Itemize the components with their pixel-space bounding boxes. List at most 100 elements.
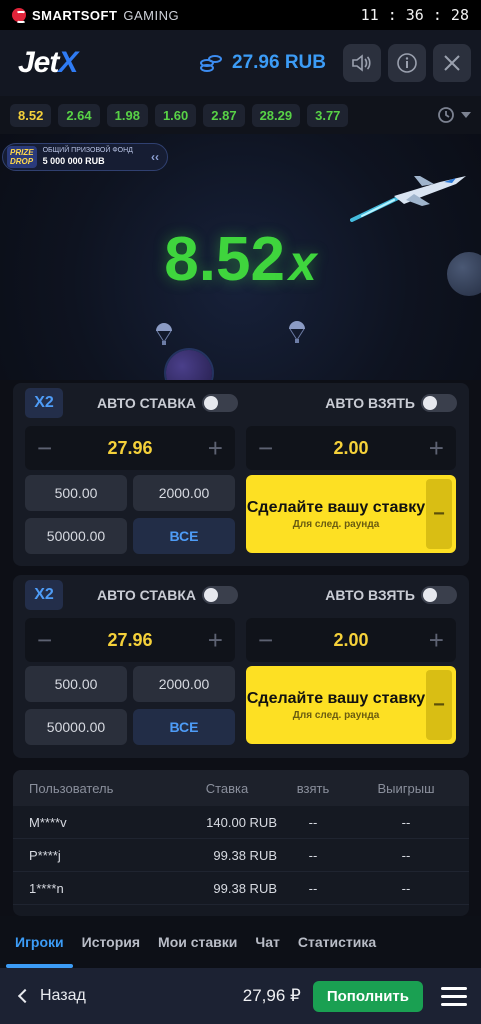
multiplier-value: 8.52 (164, 225, 285, 294)
auto-bet-toggle[interactable] (201, 586, 238, 604)
close-icon (444, 55, 460, 71)
increase-cashout-button[interactable]: + (429, 435, 444, 461)
row-win: -- (401, 880, 411, 896)
remove-panel-button[interactable]: − (426, 670, 452, 740)
menu-button[interactable] (441, 986, 467, 1006)
remove-panel-button[interactable]: − (426, 479, 452, 549)
auto-take-toggle[interactable] (421, 586, 457, 604)
tab-players[interactable]: Игроки (6, 916, 73, 968)
close-button[interactable] (433, 44, 471, 82)
increase-bet-button[interactable]: + (208, 627, 223, 653)
quick-bet-all[interactable]: ВСЕ (133, 709, 235, 745)
prize-badge-line1: PRIZE (10, 148, 34, 157)
bet-amount-value[interactable]: 27.96 (107, 438, 152, 459)
prize-drop-banner[interactable]: PRIZE DROP ОБЩИЙ ПРИЗОВОЙ ФОНД 5 000 000 … (2, 143, 168, 171)
info-icon (397, 53, 417, 73)
tab-history[interactable]: История (73, 916, 149, 968)
back-button[interactable]: Назад (17, 987, 86, 1005)
quick-bet-500[interactable]: 500.00 (25, 666, 127, 702)
prize-fund-value: 5 000 000 RUB (42, 156, 105, 166)
row-user: 1****n (29, 880, 64, 896)
table-row: 1****n 99.38 RUB -- -- (13, 872, 469, 905)
history-dropdown[interactable] (437, 106, 471, 124)
quick-bet-all[interactable]: ВСЕ (133, 518, 235, 554)
row-win: -- (401, 814, 411, 830)
brand: SMARTSOFT GAMING (12, 8, 179, 23)
double-bet-button[interactable]: X2 (25, 388, 63, 418)
multiplier-suffix: x (288, 235, 317, 291)
sound-button[interactable] (343, 44, 381, 82)
place-bet-content: Сделайте вашу ставку Для след. раунда (246, 666, 426, 744)
tab-chat[interactable]: Чат (246, 916, 288, 968)
logo-x: X (58, 46, 78, 79)
jetx-logo: JetX (18, 46, 78, 80)
panel-toolbar: X2 АВТО СТАВКА АВТО ВЗЯТЬ (13, 383, 469, 423)
balance-value: 27.96 RUB (232, 52, 326, 73)
cashout-stepper: − 2.00 + (246, 618, 456, 662)
place-bet-button[interactable]: Сделайте вашу ставку Для след. раунда − (246, 666, 456, 744)
prize-fund-label: ОБЩИЙ ПРИЗОВОЙ ФОНД (42, 147, 133, 154)
increase-bet-button[interactable]: + (208, 435, 223, 461)
multiplier-chip[interactable]: 1.60 (154, 103, 197, 127)
col-user: Пользователь (29, 780, 114, 796)
quick-bet-50000[interactable]: 50000.00 (25, 518, 127, 554)
chevron-down-icon (461, 112, 471, 118)
collapse-arrow-icon[interactable]: ‹‹ (151, 150, 159, 164)
row-bet: 99.38 RUB (213, 880, 277, 896)
row-bet: 140.00 RUB (206, 814, 277, 830)
info-button[interactable] (388, 44, 426, 82)
bet-panel-2: X2 АВТО СТАВКА АВТО ВЗЯТЬ − 27.96 + − 2.… (13, 575, 469, 758)
multiplier-chip[interactable]: 2.87 (203, 103, 245, 127)
tab-statistics[interactable]: Статистика (289, 916, 385, 968)
cashout-value[interactable]: 2.00 (333, 438, 368, 459)
row-bet: 99.38 RUB (213, 847, 277, 863)
jet-icon (350, 176, 466, 222)
multiplier-chip[interactable]: 3.77 (307, 103, 349, 127)
cashout-value[interactable]: 2.00 (333, 630, 368, 651)
col-bet: Ставка (205, 780, 249, 796)
auto-bet-label: АВТО СТАВКА (97, 587, 196, 603)
back-label: Назад (40, 987, 86, 1004)
multiplier-chip[interactable]: 1.98 (106, 103, 148, 127)
clock: 11 : 36 : 28 (360, 6, 469, 24)
chevron-left-icon (17, 988, 33, 1004)
auto-take-toggle[interactable] (421, 394, 457, 412)
place-bet-title: Сделайте вашу ставку (246, 689, 426, 707)
tab-my-bets[interactable]: Мои ставки (149, 916, 246, 968)
auto-bet-toggle[interactable] (201, 394, 238, 412)
balance: 27.96 RUB (198, 52, 326, 74)
decrease-cashout-button[interactable]: − (258, 627, 273, 653)
auto-take-label: АВТО ВЗЯТЬ (325, 587, 415, 603)
multiplier-chip[interactable]: 8.52 (10, 103, 52, 127)
col-take: взять (296, 780, 330, 796)
double-bet-button[interactable]: X2 (25, 580, 63, 610)
row-user: M****v (29, 814, 67, 830)
increase-cashout-button[interactable]: + (429, 627, 444, 653)
top-up-button[interactable]: Пополнить (312, 980, 423, 1012)
quick-bet-50000[interactable]: 50000.00 (25, 709, 127, 745)
current-multiplier: 8.52x (0, 224, 481, 295)
row-win: -- (401, 847, 411, 863)
quick-bet-2000[interactable]: 2000.00 (133, 666, 235, 702)
decrease-cashout-button[interactable]: − (258, 435, 273, 461)
bet-amount-stepper: − 27.96 + (25, 618, 235, 662)
quick-bet-2000[interactable]: 2000.00 (133, 475, 235, 511)
multiplier-chip[interactable]: 2.64 (58, 103, 100, 127)
quick-bet-500[interactable]: 500.00 (25, 475, 127, 511)
place-bet-subtitle: Для след. раунда (292, 709, 380, 721)
prize-drop-badge: PRIZE DROP (7, 146, 37, 168)
bet-amount-stepper: − 27.96 + (25, 426, 235, 470)
decrease-bet-button[interactable]: − (37, 627, 52, 653)
decrease-bet-button[interactable]: − (37, 435, 52, 461)
players-table: Пользователь Ставка взять Выигрыш M****v… (13, 770, 469, 916)
sound-icon (352, 54, 371, 72)
account-balance: 27,96 ₽ (242, 986, 301, 1005)
coins-icon (198, 52, 224, 74)
place-bet-subtitle: Для след. раунда (292, 518, 380, 530)
place-bet-button[interactable]: Сделайте вашу ставку Для след. раунда − (246, 475, 456, 553)
multiplier-chip[interactable]: 28.29 (251, 103, 301, 127)
bet-amount-value[interactable]: 27.96 (107, 630, 152, 651)
table-row: P****j 99.38 RUB -- -- (13, 839, 469, 872)
col-win: Выигрыш (377, 780, 435, 796)
brand-sub: GAMING (123, 7, 180, 23)
